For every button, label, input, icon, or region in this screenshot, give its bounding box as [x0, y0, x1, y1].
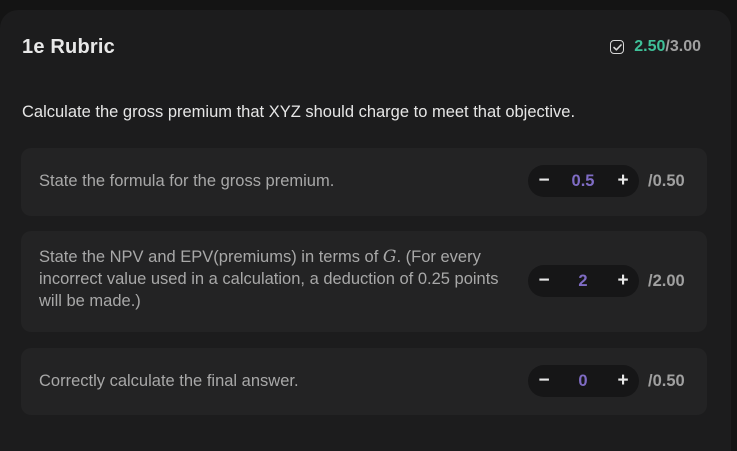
decrement-button[interactable]: − [529, 265, 559, 297]
score-total: /3.00 [665, 38, 701, 55]
rubric-header: 1e Rubric 2.50/3.00 [22, 35, 701, 59]
rubric-score: 2.50/3.00 [610, 38, 701, 56]
rubric-item-text: State the formula for the gross premium. [39, 172, 335, 190]
rubric-item-text: Correctly calculate the final answer. [39, 372, 299, 390]
stepper-value[interactable]: 0.5 [558, 165, 608, 197]
max-points: /0.50 [648, 172, 685, 190]
stepper-value[interactable]: 2 [558, 265, 608, 297]
rubric-card: 1e Rubric 2.50/3.00 Calculate the gross … [0, 10, 731, 451]
rubric-item: State the formula for the gross premium.… [21, 148, 707, 216]
rubric-item-text-before: State the NPV and EPV(premiums) in terms… [39, 248, 383, 266]
score-stepper: − 2 + [528, 265, 639, 297]
checkbox-check-icon [610, 40, 625, 54]
question-text: Calculate the gross premium that XYZ sho… [22, 103, 576, 121]
math-variable: G [382, 247, 397, 267]
stepper-value[interactable]: 0 [558, 365, 608, 397]
decrement-button[interactable]: − [529, 165, 559, 197]
max-points: /2.00 [648, 272, 685, 290]
rubric-item: Correctly calculate the final answer. − … [21, 348, 707, 415]
increment-button[interactable]: + [608, 265, 638, 297]
score-stepper: − 0 + [528, 365, 639, 397]
increment-button[interactable]: + [608, 365, 638, 397]
increment-button[interactable]: + [608, 165, 638, 197]
max-points: /0.50 [648, 372, 685, 390]
rubric-item: State the NPV and EPV(premiums) in terms… [21, 231, 707, 332]
rubric-title: 1e Rubric [22, 35, 115, 58]
score-earned: 2.50 [634, 38, 666, 55]
score-stepper: − 0.5 + [528, 165, 639, 197]
rubric-item-text: State the NPV and EPV(premiums) in terms… [39, 246, 509, 312]
decrement-button[interactable]: − [529, 365, 559, 397]
